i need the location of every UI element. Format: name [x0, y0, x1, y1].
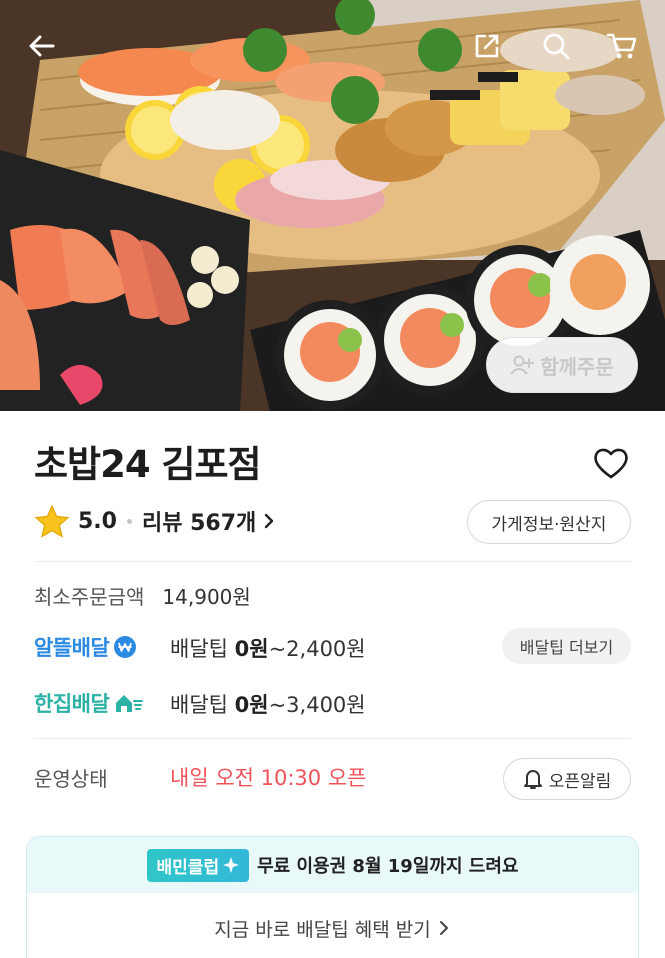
status-value: 내일 오전 10:30 오픈	[170, 766, 367, 790]
divider	[34, 738, 631, 739]
search-icon	[543, 33, 570, 60]
saver-delivery-brand: 알뜰배달	[34, 632, 137, 662]
separator-dot	[126, 518, 132, 524]
group-order-label: 함께주문	[540, 354, 614, 379]
club-benefit-link[interactable]: 지금 바로 배달팁 혜택 받기	[27, 893, 638, 958]
tip-range: ~2,400원	[268, 637, 366, 661]
delivery-option-single: 한집배달	[34, 688, 144, 718]
tip-prefix: 배달팁	[170, 637, 235, 661]
saver-delivery-tip: 배달팁 0원~2,400원	[170, 633, 366, 663]
club-badge: 배민클럽	[146, 848, 250, 882]
rating-value: 5.0	[78, 508, 117, 534]
min-order-row: 최소주문금액 14,900원	[34, 581, 251, 610]
back-arrow-icon	[29, 35, 55, 57]
home-speed-icon	[116, 695, 144, 712]
add-person-icon	[510, 355, 535, 375]
review-link[interactable]: 리뷰 567개	[142, 505, 278, 537]
saver-delivery-label: 알뜰배달	[34, 636, 110, 660]
store-name: 초밥24 김포점	[34, 443, 262, 486]
chevron-right-icon	[265, 513, 274, 529]
min-order-value: 14,900원	[162, 585, 251, 609]
group-order-button[interactable]: 함께주문	[486, 337, 638, 393]
review-count: 리뷰 567개	[141, 511, 257, 536]
more-delivery-tips-button[interactable]: 배달팁 더보기	[502, 628, 631, 664]
star-icon	[34, 504, 70, 538]
cart-button[interactable]	[600, 24, 644, 68]
club-promo-header: 배민클럽 무료 이용권 8월 19일까지 드려요	[27, 837, 638, 893]
club-benefit-label: 지금 바로 배달팁 혜택 받기	[214, 918, 431, 941]
open-alarm-button[interactable]: 오픈알림	[503, 758, 631, 800]
club-badge-label: 배민클럽	[156, 857, 220, 878]
share-button[interactable]	[465, 24, 509, 68]
chevron-right-icon	[439, 921, 448, 935]
cart-icon	[606, 33, 637, 59]
status-row: 운영상태	[34, 763, 108, 792]
search-button[interactable]	[534, 24, 578, 68]
bell-icon	[523, 770, 542, 789]
share-icon	[475, 34, 499, 58]
heart-icon	[594, 448, 628, 479]
single-delivery-label: 한집배달	[34, 692, 110, 716]
favorite-button[interactable]	[590, 442, 632, 484]
baemin-club-banner: 배민클럽 무료 이용권 8월 19일까지 드려요 지금 바로 배달팁 혜택 받기	[26, 836, 639, 958]
tip-min: 0원	[234, 637, 269, 661]
open-alarm-label: 오픈알림	[548, 771, 612, 792]
single-delivery-brand: 한집배달	[34, 688, 144, 718]
delivery-option-saver: 알뜰배달	[34, 632, 137, 662]
rating-row: 5.0 리뷰 567개	[34, 500, 278, 542]
club-promo-text: 무료 이용권 8월 19일까지 드려요	[257, 856, 519, 877]
won-coin-icon	[114, 636, 137, 658]
status-label: 운영상태	[34, 767, 108, 791]
tip-min: 0원	[234, 693, 269, 717]
back-button[interactable]	[20, 24, 64, 68]
tip-range: ~3,400원	[268, 693, 366, 717]
store-info-button[interactable]: 가게정보·원산지	[467, 500, 631, 544]
tip-prefix: 배달팁	[170, 693, 235, 717]
divider	[34, 561, 631, 562]
store-hero-image: 함께주문	[0, 0, 665, 411]
sparkle-icon	[223, 857, 240, 873]
single-delivery-tip: 배달팁 0원~3,400원	[170, 689, 366, 719]
min-order-label: 최소주문금액	[34, 585, 145, 609]
